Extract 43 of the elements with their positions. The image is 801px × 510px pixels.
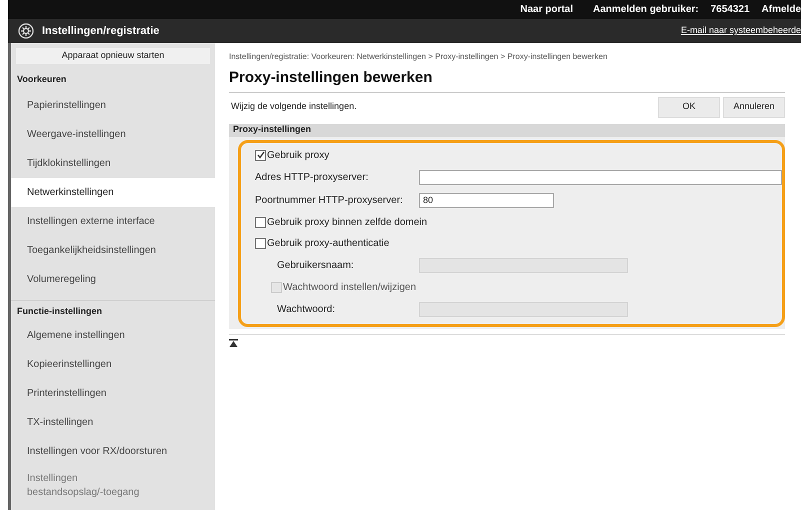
back-to-top-icon[interactable] bbox=[229, 338, 238, 348]
sidebar-item[interactable]: Tijdklokinstellingen bbox=[11, 148, 215, 178]
field-label: Gebruikersnaam: bbox=[276, 258, 355, 272]
checkmark-icon bbox=[256, 151, 264, 159]
restart-button[interactable]: Apparaat opnieuw starten bbox=[16, 48, 210, 64]
sidebar-item[interactable]: Papierinstellingen bbox=[11, 90, 215, 120]
sidebar-item[interactable]: Weergave-instellingen bbox=[11, 120, 215, 148]
header-title: Instellingen/registratie bbox=[42, 24, 160, 39]
logout-link[interactable]: Afmelde bbox=[762, 2, 801, 17]
checkbox[interactable] bbox=[255, 238, 266, 248]
sidebar-item[interactable]: Kopieerinstellingen bbox=[11, 350, 215, 379]
section-header: Proxy-instellingen bbox=[229, 124, 785, 136]
checkbox[interactable] bbox=[255, 216, 266, 228]
cancel-button[interactable]: Annuleren bbox=[723, 96, 785, 118]
ok-button[interactable]: OK bbox=[658, 96, 720, 118]
checkbox[interactable] bbox=[255, 150, 266, 160]
sidebar-item[interactable]: Algemene instellingen bbox=[11, 321, 215, 350]
instruction-text: Wijzig de volgende instellingen. bbox=[230, 100, 357, 114]
sidebar-item[interactable]: Netwerkinstellingen bbox=[11, 178, 215, 206]
sidebar-item[interactable]: Toegankelijkheidsinstellingen bbox=[11, 236, 215, 264]
sidebar-item[interactable]: Instellingen voor RX/doorsturen bbox=[11, 437, 215, 466]
checkbox-label: Gebruik proxy-authenticatie bbox=[267, 236, 390, 250]
sidebar-item[interactable]: Printerinstellingen bbox=[11, 379, 215, 408]
gear-icon bbox=[18, 23, 34, 39]
user-label: Aanmelden gebruiker: bbox=[593, 3, 699, 17]
sidebar-item[interactable]: Volumeregeling bbox=[11, 264, 215, 294]
field-label: Adres HTTP-proxyserver: bbox=[254, 170, 370, 184]
sidebar-heading: Voorkeuren bbox=[16, 73, 68, 86]
field-label: Poortnummer HTTP-proxyserver: bbox=[254, 194, 404, 208]
email-admin-link[interactable]: E-mail naar systeembeheerde bbox=[680, 24, 801, 38]
field-label: Wachtwoord: bbox=[276, 302, 336, 316]
user-id: 7654321 bbox=[710, 3, 750, 17]
checkbox-label: Wachtwoord instellen/wijzigen bbox=[283, 280, 416, 294]
sidebar-heading: Functie-instellingen bbox=[11, 300, 215, 318]
portal-link[interactable]: Naar portal bbox=[520, 2, 574, 17]
sidebar-item[interactable]: Instellingen externe interface bbox=[11, 206, 215, 236]
breadcrumb: Instellingen/registratie: Voorkeuren: Netwerkinstellingen > Proxy-instellingen > Proxy-instellingen bewerken bbox=[229, 51, 608, 63]
input-field[interactable] bbox=[419, 170, 782, 184]
sidebar-item[interactable]: TX-instellingen bbox=[11, 408, 215, 437]
input-field[interactable]: 80 bbox=[419, 192, 554, 208]
page-title: Proxy-instellingen bewerken bbox=[229, 67, 785, 92]
checkbox-label: Gebruik proxy binnen zelfde domein bbox=[267, 216, 428, 230]
checkbox-label: Gebruik proxy bbox=[267, 148, 330, 162]
